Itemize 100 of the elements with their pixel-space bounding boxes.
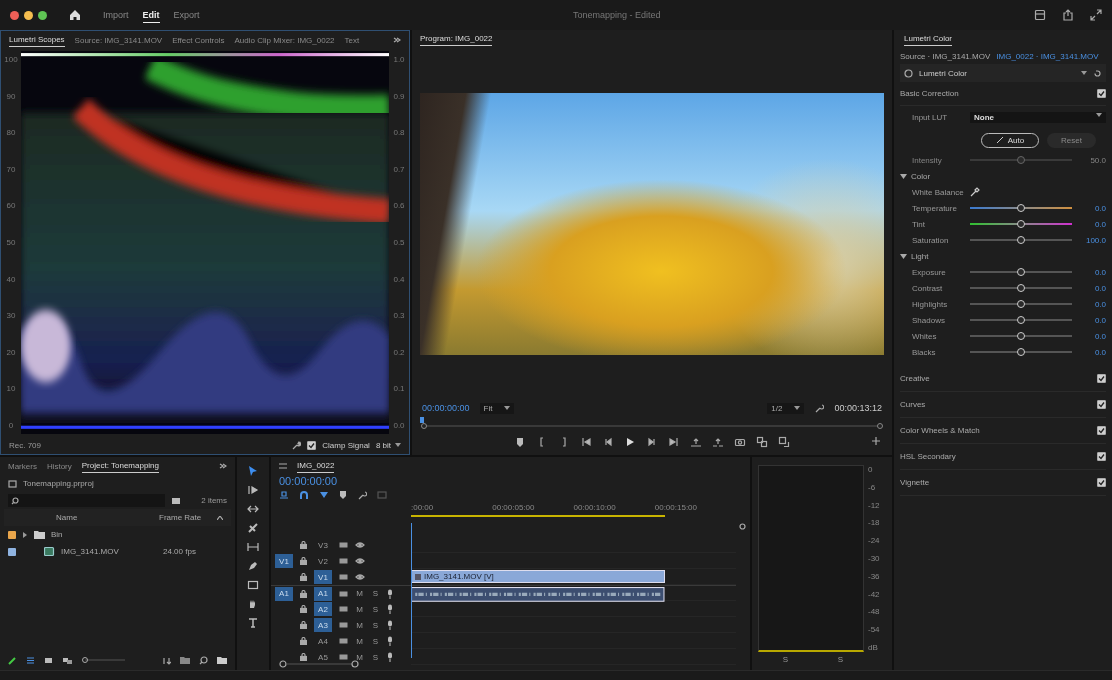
panel-tab[interactable]: History xyxy=(46,459,72,473)
razor-tool-icon[interactable] xyxy=(247,522,259,534)
home-icon[interactable] xyxy=(69,9,81,21)
folder-icon[interactable] xyxy=(217,655,227,665)
track-target-toggle[interactable]: A4 xyxy=(314,634,332,648)
camera-icon[interactable] xyxy=(734,436,746,448)
panel-tab[interactable]: Lumetri Color xyxy=(904,32,952,46)
source-clip-dropdown[interactable]: Source · IMG_3141.MOV xyxy=(900,51,991,61)
overflow-icon[interactable] xyxy=(393,36,401,44)
step-forward-icon[interactable] xyxy=(646,436,658,448)
pen-tool-icon[interactable] xyxy=(247,560,259,572)
zoom-dropdown[interactable]: Fit xyxy=(479,402,515,414)
panel-tab[interactable]: Program: IMG_0022 xyxy=(420,32,493,46)
panel-tab[interactable]: Project: Tonemapping xyxy=(81,459,159,473)
icon-view-icon[interactable] xyxy=(44,655,53,665)
section-title[interactable]: Color Wheels & Match xyxy=(900,426,980,435)
checkbox[interactable] xyxy=(1097,426,1106,435)
microphone-icon[interactable] xyxy=(387,652,393,662)
eye-icon[interactable] xyxy=(355,557,365,565)
column-header[interactable]: Name xyxy=(56,513,153,522)
section-title[interactable]: Vignette xyxy=(900,478,930,487)
mute-toggle[interactable]: M xyxy=(355,604,364,614)
zoom-button[interactable] xyxy=(38,10,47,20)
disclosure-icon[interactable] xyxy=(22,531,28,538)
track-target-toggle[interactable]: V3 xyxy=(314,538,332,552)
close-button[interactable] xyxy=(10,10,19,20)
selection-tool-icon[interactable] xyxy=(247,465,259,477)
resolution-dropdown[interactable]: 1/2 xyxy=(767,402,805,414)
slider-value[interactable]: 0.0 xyxy=(1078,283,1106,293)
mute-toggle[interactable]: M xyxy=(355,636,364,646)
chevron-icon[interactable] xyxy=(900,253,907,259)
linked-selection-icon[interactable] xyxy=(319,490,329,500)
solo-toggle[interactable]: S xyxy=(371,652,380,662)
track-target-toggle[interactable]: V1 xyxy=(314,570,332,584)
wrench-icon[interactable] xyxy=(291,440,302,450)
section-title[interactable]: Creative xyxy=(900,374,930,383)
menu-icon[interactable] xyxy=(279,463,287,469)
slider-thumb[interactable] xyxy=(82,657,88,663)
sort-icon[interactable] xyxy=(162,655,171,665)
slider-value[interactable]: 0.0 xyxy=(1078,267,1106,277)
section-title[interactable]: Basic Correction xyxy=(900,89,959,98)
microphone-icon[interactable] xyxy=(387,636,393,646)
workspace-tab[interactable]: Import xyxy=(103,7,129,23)
playhead-timecode[interactable]: 00:00:00:00 xyxy=(422,403,470,413)
column-header[interactable]: Frame Rate xyxy=(159,513,211,522)
lock-icon[interactable] xyxy=(300,621,307,629)
wrench-icon[interactable] xyxy=(814,403,825,413)
search-icon[interactable] xyxy=(199,655,208,665)
panel-tab[interactable]: Source: IMG_3141.MOV xyxy=(74,33,163,47)
eyedropper-icon[interactable] xyxy=(970,187,980,197)
microphone-icon[interactable] xyxy=(387,604,393,614)
checkbox[interactable] xyxy=(1097,452,1106,461)
project-item-name[interactable]: IMG_3141.MOV xyxy=(61,547,157,556)
solo-toggle[interactable]: S xyxy=(371,620,380,630)
go-to-out-icon[interactable] xyxy=(668,436,680,448)
solo-toggle[interactable]: S xyxy=(371,589,380,598)
lock-icon[interactable] xyxy=(300,637,307,645)
zoom-slider[interactable] xyxy=(82,656,126,664)
section-title[interactable]: Curves xyxy=(900,400,926,409)
audio-clip[interactable] xyxy=(411,587,665,602)
panel-tab[interactable]: Lumetri Scopes xyxy=(9,33,65,47)
lock-icon[interactable] xyxy=(300,557,307,565)
workspace-tab[interactable]: Edit xyxy=(142,7,160,23)
new-bin-icon[interactable] xyxy=(180,655,190,665)
marker-icon[interactable] xyxy=(514,436,526,448)
checkbox[interactable] xyxy=(1097,374,1106,383)
workspace-tab[interactable]: Export xyxy=(173,7,200,23)
panel-tab[interactable]: Markers xyxy=(8,459,37,473)
video-clip[interactable]: IMG_3141.MOV [V] xyxy=(411,570,665,583)
overwrite-icon[interactable] xyxy=(778,436,790,448)
lock-icon[interactable] xyxy=(300,605,307,613)
mute-toggle[interactable]: M xyxy=(355,652,364,662)
track-target-toggle[interactable]: A5 xyxy=(314,650,332,664)
track-target-toggle[interactable]: A3 xyxy=(314,618,332,632)
solo-button[interactable]: S xyxy=(782,654,789,664)
chevron-icon[interactable] xyxy=(900,173,907,179)
insert-icon[interactable] xyxy=(756,436,768,448)
slider-value[interactable]: 100.0 xyxy=(1078,235,1106,245)
lift-icon[interactable] xyxy=(690,436,702,448)
marker-icon[interactable] xyxy=(339,490,347,500)
slider-value[interactable]: 0.0 xyxy=(1078,331,1106,341)
mute-toggle[interactable]: M xyxy=(355,620,364,630)
label-color-swatch[interactable] xyxy=(8,530,16,539)
reset-icon[interactable] xyxy=(1093,68,1102,78)
extract-icon[interactable] xyxy=(712,436,724,448)
label-color-swatch[interactable] xyxy=(8,547,16,556)
sequence-clip-link[interactable]: IMG_0022 · IMG_3141.MOV xyxy=(996,51,1099,61)
playhead-timecode[interactable]: 00:00:00:00 xyxy=(279,475,403,487)
panel-tab[interactable]: Audio Clip Mixer: IMG_0022 xyxy=(234,33,335,47)
go-to-in-icon[interactable] xyxy=(580,436,592,448)
solo-toggle[interactable]: S xyxy=(371,636,380,646)
panel-tab[interactable]: Text xyxy=(344,33,360,47)
nest-icon[interactable] xyxy=(279,490,289,500)
pencil-icon[interactable] xyxy=(8,655,17,665)
mute-toggle[interactable]: M xyxy=(355,589,364,598)
source-patch-button[interactable]: A1 xyxy=(275,586,293,601)
bin-filter-icon[interactable] xyxy=(171,496,182,505)
panel-icon[interactable] xyxy=(1034,9,1046,21)
rectangle-tool-icon[interactable] xyxy=(247,579,259,591)
panel-tab[interactable]: IMG_0022 xyxy=(297,459,335,473)
